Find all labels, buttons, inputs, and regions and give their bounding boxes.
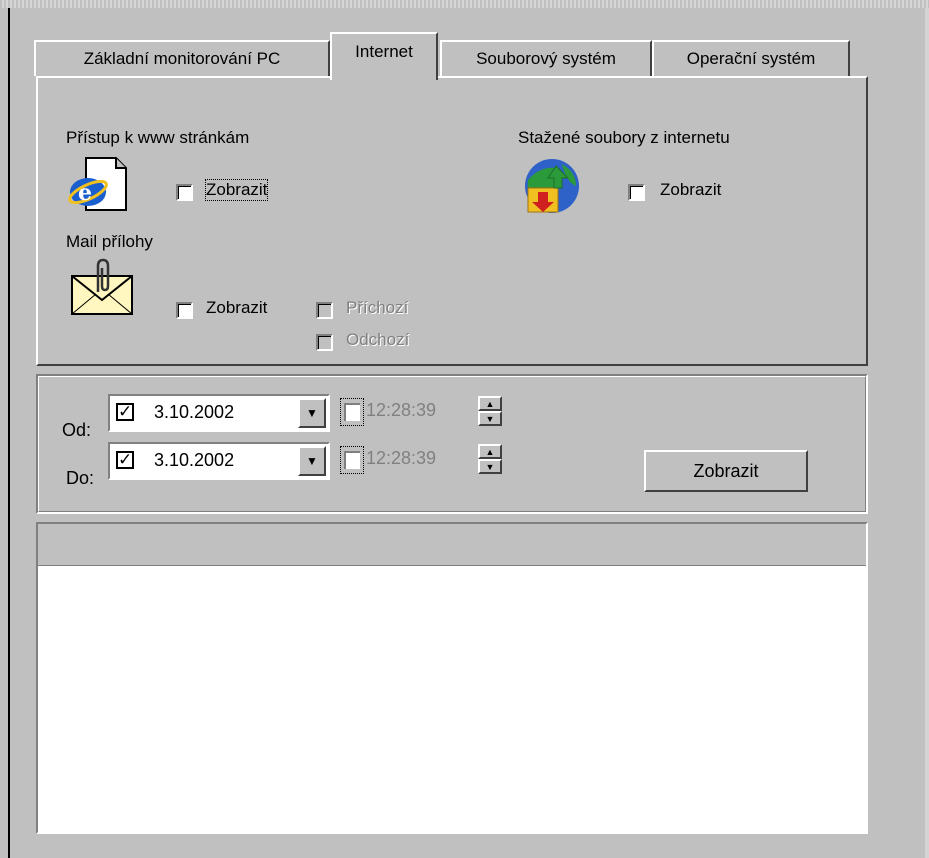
chevron-down-icon[interactable]: ▼ <box>298 398 326 428</box>
chevron-down-icon[interactable]: ▼ <box>298 446 326 476</box>
to-date-picker[interactable]: ✓ 3.10.2002 ▼ <box>108 442 330 480</box>
svg-text:e: e <box>78 180 92 206</box>
spin-up-icon[interactable]: ▲ <box>478 444 502 459</box>
spin-down-icon[interactable]: ▼ <box>478 459 502 474</box>
list-header <box>38 524 866 566</box>
to-time-value: 12:28:39 <box>366 448 437 468</box>
mail-attachment-icon <box>71 258 133 315</box>
www-show-checkbox[interactable] <box>176 184 193 201</box>
bottom-border-strip <box>10 840 925 858</box>
www-show-label[interactable]: Zobrazit <box>204 179 269 201</box>
left-border <box>8 8 10 858</box>
tab-internet[interactable]: Internet <box>330 32 438 80</box>
to-time-picker[interactable]: 12:28:39 ▲ ▼ <box>336 442 516 480</box>
from-date-checkbox[interactable]: ✓ <box>116 403 134 421</box>
from-date-value[interactable]: 3.10.2002 <box>154 402 234 423</box>
to-time-checkbox[interactable] <box>340 446 364 474</box>
mail-show-checkbox[interactable] <box>176 302 193 319</box>
from-date-picker[interactable]: ✓ 3.10.2002 ▼ <box>108 394 330 432</box>
mail-incoming-label: Příchozí <box>346 298 409 317</box>
downloads-section-title: Stažené soubory z internetu <box>518 128 730 147</box>
top-border-strip <box>0 0 929 8</box>
from-time-spinner[interactable]: ▲ ▼ <box>478 396 502 428</box>
show-results-button[interactable]: Zobrazit <box>644 450 808 492</box>
mail-outgoing-label: Odchozí <box>346 330 410 349</box>
right-border <box>925 8 929 858</box>
to-label: Do: <box>66 468 95 488</box>
mail-incoming-checkbox <box>316 302 333 319</box>
tab-souborovy-system[interactable]: Souborový systém <box>440 40 652 76</box>
downloads-show-checkbox[interactable] <box>628 184 645 201</box>
internet-explorer-icon: e <box>68 157 127 211</box>
mail-show-label[interactable]: Zobrazit <box>206 298 267 318</box>
tab-operacni-system[interactable]: Operační systém <box>652 40 850 76</box>
mail-outgoing-checkbox <box>316 334 333 351</box>
results-list[interactable] <box>36 522 868 834</box>
from-time-value: 12:28:39 <box>366 400 437 420</box>
tab-zakladni-monitorovani[interactable]: Základní monitorování PC <box>34 40 330 76</box>
spin-down-icon[interactable]: ▼ <box>478 411 502 426</box>
www-section-title: Přístup k www stránkám <box>66 128 250 147</box>
to-time-spinner[interactable]: ▲ ▼ <box>478 444 502 476</box>
from-time-checkbox[interactable] <box>340 398 364 426</box>
mail-section-title: Mail přílohy <box>66 232 153 251</box>
internet-tab-panel: Přístup k www stránkám e Zobrazit Stažen… <box>36 76 868 366</box>
downloads-show-label[interactable]: Zobrazit <box>660 180 721 200</box>
from-time-picker[interactable]: 12:28:39 ▲ ▼ <box>336 394 516 432</box>
globe-download-icon <box>525 159 579 213</box>
from-label: Od: <box>62 420 92 440</box>
spin-up-icon[interactable]: ▲ <box>478 396 502 411</box>
to-date-value[interactable]: 3.10.2002 <box>154 450 234 471</box>
to-date-checkbox[interactable]: ✓ <box>116 451 134 469</box>
